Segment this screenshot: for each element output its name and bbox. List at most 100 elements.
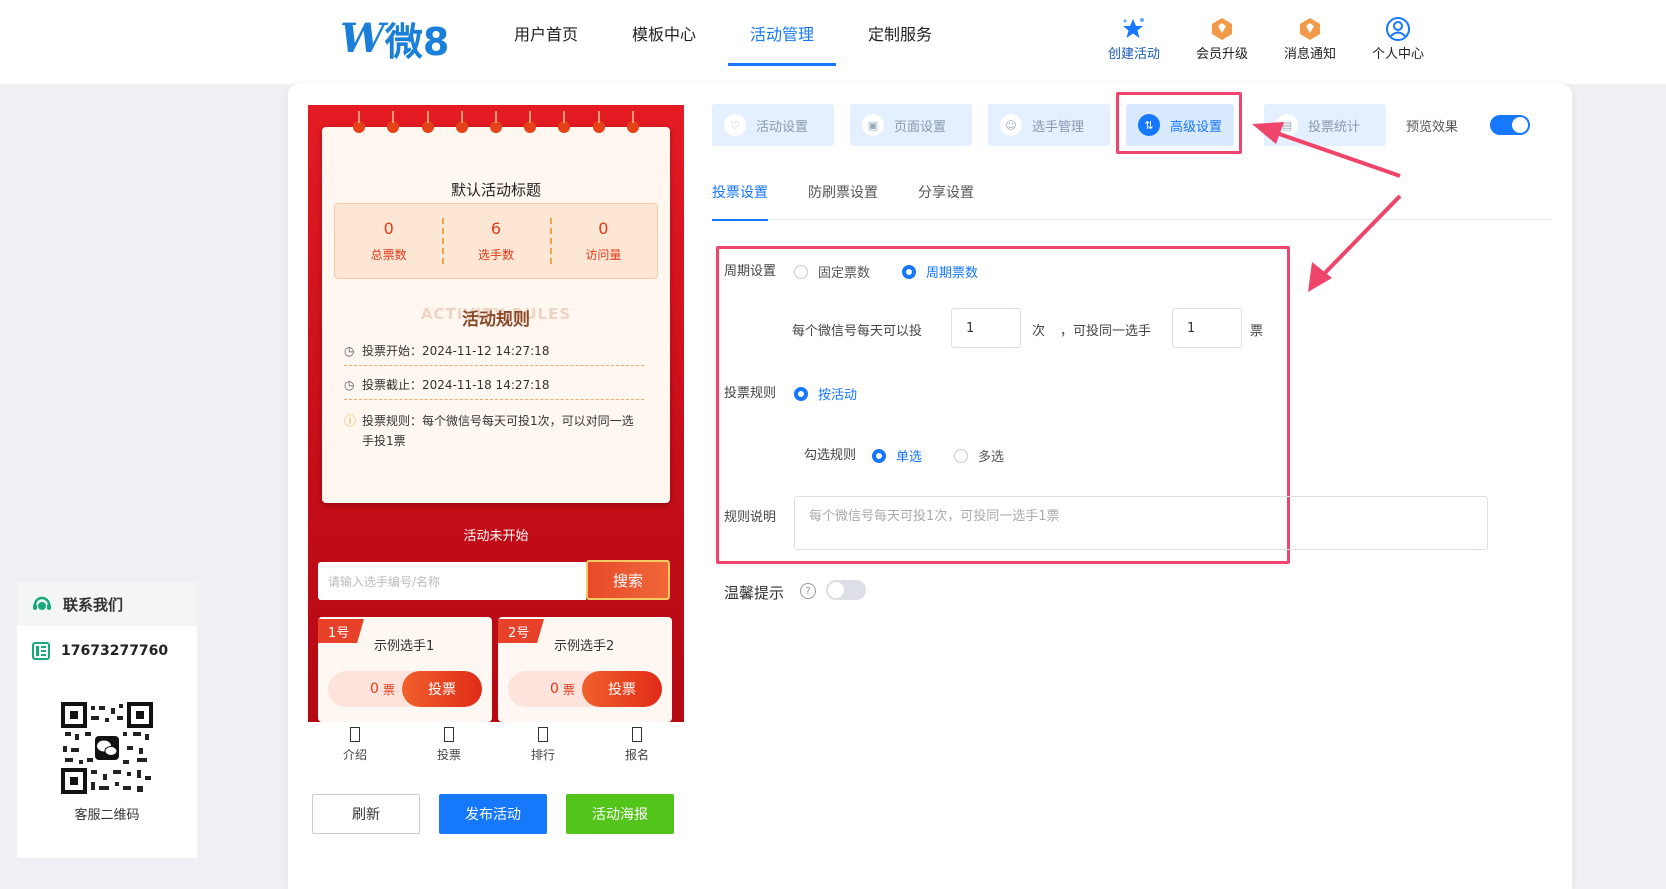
subtab-share-settings[interactable]: 分享设置 bbox=[918, 178, 974, 220]
radio-dot bbox=[872, 448, 886, 463]
refresh-button[interactable]: 刷新 bbox=[312, 794, 420, 834]
bottom-tab-ranking[interactable]: 排行 bbox=[496, 722, 590, 768]
star-sparkle-icon bbox=[1121, 15, 1147, 43]
bottom-tab-label: 报名 bbox=[624, 748, 649, 762]
logo[interactable]: W 微8 bbox=[340, 14, 452, 64]
activity-paper-card: 默认活动标题 0 总票数 6 选手数 0 访问量 ACTIVITY RULES … bbox=[322, 127, 670, 503]
ring-icon bbox=[387, 111, 400, 133]
help-icon[interactable]: ? bbox=[800, 583, 816, 599]
contact-phone-number: 17673277760 bbox=[61, 643, 169, 659]
vote-button[interactable]: 投票 bbox=[402, 671, 482, 707]
notifications-button[interactable]: 消息通知 bbox=[1266, 10, 1354, 66]
stat-candidates: 6 选手数 bbox=[442, 204, 549, 278]
divider bbox=[344, 399, 644, 400]
period-cycle-radio[interactable]: 周期票数 bbox=[902, 262, 978, 281]
stat-visits: 0 访问量 bbox=[549, 204, 657, 278]
toggle-knob bbox=[828, 582, 844, 598]
preview-effect-label: 预览效果 bbox=[1406, 120, 1459, 135]
tab-label: 页面设置 bbox=[894, 119, 947, 135]
info-icon: ⓘ bbox=[344, 414, 357, 428]
vote-count: 0票 bbox=[550, 671, 575, 707]
person-icon: ☺ bbox=[1000, 114, 1022, 136]
header-toolbar: 创建活动 会员升级 消息通知 个人中心 bbox=[1090, 10, 1442, 66]
vote-bar: 0票 投票 bbox=[508, 671, 662, 707]
candidate-number-tag: 2号 bbox=[498, 619, 544, 643]
vote-end-row: ◷ 投票截止：2024-11-18 14:27:18 bbox=[344, 375, 644, 395]
candidate-search-button[interactable]: 搜索 bbox=[586, 560, 670, 600]
activity-status: 活动未开始 bbox=[463, 529, 529, 544]
intro-icon bbox=[350, 727, 360, 742]
single-choice-radio[interactable]: 单选 bbox=[872, 446, 922, 465]
create-activity-button[interactable]: 创建活动 bbox=[1090, 10, 1178, 66]
subtab-anti-fraud[interactable]: 防刷票设置 bbox=[808, 178, 878, 220]
vote-rule-row: ⓘ 投票规则：每个微信号每天可投1次，可以对同一选手投1票 bbox=[344, 411, 644, 451]
radio-dot bbox=[954, 448, 968, 463]
candidate-number-tag: 1号 bbox=[318, 619, 364, 643]
period-label: 周期设置 bbox=[724, 264, 777, 279]
nav-activity-manage[interactable]: 活动管理 bbox=[728, 0, 837, 66]
tab-candidate-manage[interactable]: ☺ 选手管理 bbox=[988, 104, 1110, 146]
vote-rule-label: 投票规则 bbox=[724, 386, 777, 401]
rule-by-activity-radio[interactable]: 按活动 bbox=[794, 384, 857, 403]
nav-custom-service[interactable]: 定制服务 bbox=[846, 0, 954, 66]
vote-count: 0票 bbox=[370, 671, 395, 707]
multi-choice-radio[interactable]: 多选 bbox=[954, 446, 1004, 465]
member-upgrade-button[interactable]: 会员升级 bbox=[1178, 10, 1266, 66]
vote-start-row: ◷ 投票开始：2024-11-12 14:27:18 bbox=[344, 341, 644, 361]
vote-rule-text: 投票规则：每个微信号每天可投1次，可以对同一选手投1票 bbox=[362, 414, 634, 448]
preview-effect-toggle[interactable] bbox=[1490, 115, 1530, 135]
calendar-rings bbox=[322, 111, 670, 133]
same-candidate-label: ，可投同一选手 bbox=[1060, 324, 1152, 339]
bottom-tab-label: 介绍 bbox=[342, 748, 367, 762]
ring-icon bbox=[455, 111, 468, 133]
nav-templates[interactable]: 模板中心 bbox=[610, 0, 718, 66]
vote-start-text: 投票开始：2024-11-12 14:27:18 bbox=[362, 344, 550, 358]
contact-header: 联系我们 bbox=[17, 582, 197, 626]
tab-activity-settings[interactable]: ♡ 活动设置 bbox=[712, 104, 834, 146]
radio-dot bbox=[794, 264, 808, 279]
rule-desc-label: 规则说明 bbox=[724, 510, 777, 525]
activity-poster-button[interactable]: 活动海报 bbox=[566, 794, 674, 834]
notifications-label: 消息通知 bbox=[1283, 46, 1336, 62]
toggle-knob bbox=[1512, 117, 1528, 133]
publish-activity-button[interactable]: 发布活动 bbox=[439, 794, 547, 834]
page-icon: ▣ bbox=[862, 114, 884, 136]
candidate-card: 1号 示例选手1 0票 投票 bbox=[318, 617, 492, 722]
ticket-unit: 票 bbox=[1250, 324, 1264, 339]
ring-icon bbox=[558, 111, 571, 133]
same-candidate-input[interactable]: 1 bbox=[1172, 308, 1242, 348]
bell-badge-icon bbox=[1297, 15, 1323, 43]
qr-code bbox=[61, 702, 153, 794]
personal-center-button[interactable]: 个人中心 bbox=[1354, 10, 1442, 66]
rule-desc-textarea[interactable]: 每个微信号每天可投1次，可投同一选手1票 bbox=[794, 496, 1488, 550]
clock-icon: ◷ bbox=[344, 344, 355, 358]
tab-vote-stats[interactable]: ▤ 投票统计 bbox=[1264, 104, 1386, 146]
nav-home[interactable]: 用户首页 bbox=[492, 0, 600, 66]
bottom-tab-label: 排行 bbox=[530, 748, 555, 762]
bottom-tab-signup[interactable]: 报名 bbox=[590, 722, 684, 768]
candidate-name: 示例选手2 bbox=[554, 639, 615, 654]
create-activity-label: 创建活动 bbox=[1107, 46, 1160, 62]
candidate-search-input[interactable]: 请输入选手编号/名称 bbox=[318, 562, 586, 600]
bottom-tab-intro[interactable]: 介绍 bbox=[308, 722, 402, 768]
bottom-tab-vote[interactable]: 投票 bbox=[402, 722, 496, 768]
stats-box: 0 总票数 6 选手数 0 访问量 bbox=[334, 203, 658, 279]
phone-bottom-tabs: 介绍 投票 排行 报名 bbox=[308, 722, 684, 768]
vote-icon bbox=[444, 727, 454, 742]
stat-candidates-value: 6 bbox=[490, 219, 502, 238]
tip-toggle[interactable] bbox=[826, 580, 866, 600]
ring-icon bbox=[626, 111, 639, 133]
vote-button[interactable]: 投票 bbox=[582, 671, 662, 707]
candidate-name: 示例选手1 bbox=[374, 639, 435, 654]
main-nav: 用户首页 模板中心 活动管理 定制服务 bbox=[492, 0, 964, 66]
per-day-input[interactable]: 1 bbox=[951, 308, 1021, 348]
highlight-box bbox=[1116, 92, 1242, 154]
tab-page-settings[interactable]: ▣ 页面设置 bbox=[850, 104, 972, 146]
subtab-vote-settings[interactable]: 投票设置 bbox=[712, 178, 768, 221]
vote-count-value: 0 bbox=[370, 681, 379, 697]
period-fixed-radio[interactable]: 固定票数 bbox=[794, 262, 870, 281]
ring-icon bbox=[524, 111, 537, 133]
logo-w-mark: W bbox=[340, 14, 385, 62]
divider bbox=[344, 365, 644, 366]
ring-icon bbox=[353, 111, 366, 133]
